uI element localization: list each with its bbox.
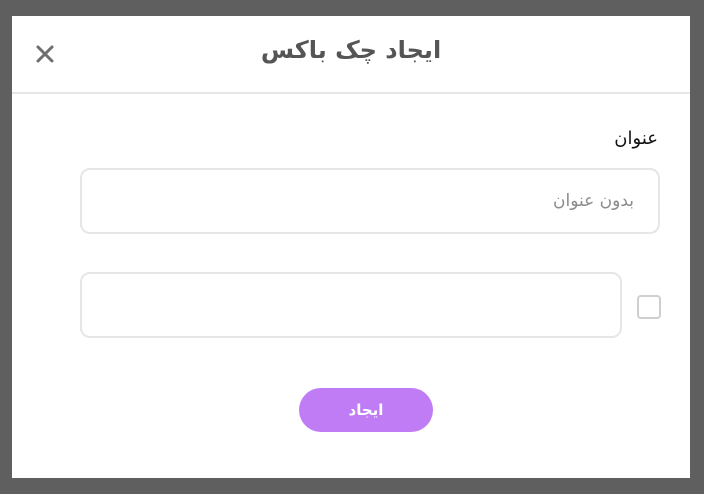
title-input[interactable] [80,168,660,234]
create-button[interactable]: ایجاد [299,388,433,432]
dialog-title: ایجاد چک باکس [260,36,442,64]
checkbox-option-input[interactable] [80,272,622,338]
title-field-label: عنوان [614,128,658,149]
dialog-header: ایجاد چک باکس [12,16,690,94]
create-checkbox-dialog: ایجاد چک باکس عنوان ایجاد [12,16,690,478]
option-checkbox[interactable] [637,295,661,319]
